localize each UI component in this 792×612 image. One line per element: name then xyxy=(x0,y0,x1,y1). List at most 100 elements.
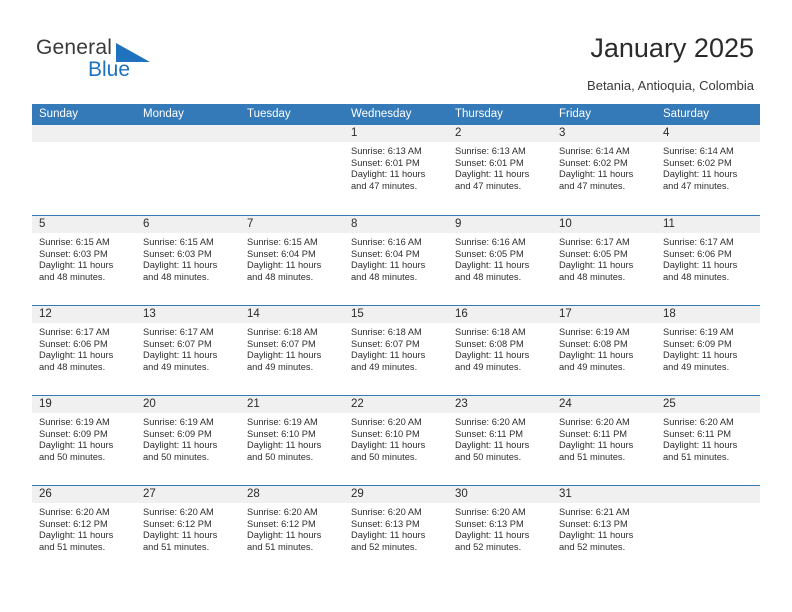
day-cell[interactable]: Sunrise: 6:15 AM Sunset: 6:04 PM Daylight:… xyxy=(240,233,344,305)
day-number[interactable]: 7 xyxy=(240,216,344,233)
day-detail-line: and 48 minutes. xyxy=(559,271,626,282)
day-number[interactable]: 24 xyxy=(552,396,656,413)
day-cell[interactable]: Sunrise: 6:16 AM Sunset: 6:05 PM Daylight:… xyxy=(448,233,552,305)
day-cell[interactable]: Sunrise: 6:18 AM Sunset: 6:07 PM Daylight:… xyxy=(240,323,344,395)
day-number[interactable]: 11 xyxy=(656,216,760,233)
day-detail-line: and 47 minutes. xyxy=(663,180,730,191)
day-cell[interactable]: Sunrise: 6:20 AM Sunset: 6:11 PM Daylight:… xyxy=(448,413,552,485)
day-number[interactable]: 20 xyxy=(136,396,240,413)
day-number[interactable]: 23 xyxy=(448,396,552,413)
day-detail-line: Sunrise: 6:20 AM xyxy=(247,507,318,517)
day-number[interactable]: 5 xyxy=(32,216,136,233)
day-cell[interactable]: Sunrise: 6:19 AM Sunset: 6:09 PM Daylight:… xyxy=(656,323,760,395)
day-detail-line: Daylight: 11 hours xyxy=(247,350,322,361)
day-detail-line: Sunrise: 6:14 AM xyxy=(559,146,630,156)
day-detail-line: Sunset: 6:05 PM xyxy=(455,248,524,259)
day-detail-line: Sunrise: 6:13 AM xyxy=(455,146,526,156)
day-cell[interactable]: Sunrise: 6:20 AM Sunset: 6:11 PM Daylight:… xyxy=(656,413,760,485)
day-number[interactable]: 3 xyxy=(552,125,656,142)
day-detail-line: Sunset: 6:08 PM xyxy=(559,338,628,349)
day-detail-line: Sunrise: 6:18 AM xyxy=(247,327,318,337)
day-cell[interactable]: Sunrise: 6:18 AM Sunset: 6:08 PM Daylight:… xyxy=(448,323,552,395)
day-detail-line: Daylight: 11 hours xyxy=(247,440,322,451)
day-cell[interactable]: Sunrise: 6:13 AM Sunset: 6:01 PM Daylight:… xyxy=(448,142,552,214)
day-detail-line: Sunrise: 6:20 AM xyxy=(143,507,214,517)
page-title: January 2025 xyxy=(590,33,754,63)
day-cell[interactable]: Sunrise: 6:17 AM Sunset: 6:05 PM Daylight:… xyxy=(552,233,656,305)
day-number[interactable]: 19 xyxy=(32,396,136,413)
day-detail-line: Sunrise: 6:19 AM xyxy=(143,417,214,427)
day-number[interactable]: 16 xyxy=(448,306,552,323)
day-detail-line: and 52 minutes. xyxy=(559,541,626,552)
day-number[interactable]: 10 xyxy=(552,216,656,233)
day-detail-line: Daylight: 11 hours xyxy=(663,260,738,271)
day-number[interactable]: 27 xyxy=(136,486,240,503)
day-detail-line: Daylight: 11 hours xyxy=(559,530,634,541)
day-cell[interactable]: Sunrise: 6:15 AM Sunset: 6:03 PM Daylight:… xyxy=(136,233,240,305)
day-cell[interactable]: Sunrise: 6:20 AM Sunset: 6:12 PM Daylight:… xyxy=(136,503,240,575)
day-number[interactable]: 1 xyxy=(344,125,448,142)
day-number[interactable]: 8 xyxy=(344,216,448,233)
day-number[interactable]: 13 xyxy=(136,306,240,323)
day-number[interactable]: 28 xyxy=(240,486,344,503)
day-number[interactable]: 25 xyxy=(656,396,760,413)
day-detail-line: Sunrise: 6:17 AM xyxy=(143,327,214,337)
day-detail-line: and 50 minutes. xyxy=(351,451,418,462)
day-cell[interactable]: Sunrise: 6:14 AM Sunset: 6:02 PM Daylight:… xyxy=(552,142,656,214)
day-detail-line: Sunrise: 6:20 AM xyxy=(663,417,734,427)
day-cell[interactable]: Sunrise: 6:13 AM Sunset: 6:01 PM Daylight:… xyxy=(344,142,448,214)
day-cell[interactable]: Sunrise: 6:19 AM Sunset: 6:09 PM Daylight:… xyxy=(136,413,240,485)
day-detail-line: Daylight: 11 hours xyxy=(247,260,322,271)
day-number[interactable]: 18 xyxy=(656,306,760,323)
day-number[interactable]: 30 xyxy=(448,486,552,503)
day-cell[interactable]: Sunrise: 6:17 AM Sunset: 6:07 PM Daylight:… xyxy=(136,323,240,395)
day-number[interactable]: 29 xyxy=(344,486,448,503)
day-cell[interactable]: Sunrise: 6:20 AM Sunset: 6:10 PM Daylight:… xyxy=(344,413,448,485)
calendar-week-row: 1 2 3 4 Sunrise: 6:13 AM Sunset: 6:01 PM Dayli… xyxy=(32,125,760,215)
day-number[interactable]: 31 xyxy=(552,486,656,503)
weekday-header-sunday: Sunday xyxy=(39,108,79,120)
day-cell[interactable]: Sunrise: 6:19 AM Sunset: 6:10 PM Daylight:… xyxy=(240,413,344,485)
day-detail-line: Sunset: 6:02 PM xyxy=(663,157,732,168)
day-number[interactable]: 14 xyxy=(240,306,344,323)
day-detail-line: Sunrise: 6:18 AM xyxy=(455,327,526,337)
day-number[interactable]: 2 xyxy=(448,125,552,142)
day-detail-line: Daylight: 11 hours xyxy=(351,530,426,541)
day-number-empty xyxy=(32,125,136,142)
day-number[interactable]: 15 xyxy=(344,306,448,323)
day-number[interactable]: 17 xyxy=(552,306,656,323)
day-detail-line: Daylight: 11 hours xyxy=(455,169,530,180)
day-detail-line: Sunset: 6:02 PM xyxy=(559,157,628,168)
day-cell[interactable]: Sunrise: 6:20 AM Sunset: 6:13 PM Daylight:… xyxy=(448,503,552,575)
day-cell-empty xyxy=(656,503,760,575)
page-header: General Blue January 2025 Betania, Antio… xyxy=(0,0,792,103)
day-cell[interactable]: Sunrise: 6:17 AM Sunset: 6:06 PM Daylight:… xyxy=(656,233,760,305)
day-number[interactable]: 9 xyxy=(448,216,552,233)
day-detail-line: Daylight: 11 hours xyxy=(663,169,738,180)
day-cell[interactable]: Sunrise: 6:19 AM Sunset: 6:08 PM Daylight:… xyxy=(552,323,656,395)
day-cell[interactable]: Sunrise: 6:20 AM Sunset: 6:12 PM Daylight:… xyxy=(32,503,136,575)
day-detail-line: and 50 minutes. xyxy=(455,451,522,462)
day-cell[interactable]: Sunrise: 6:15 AM Sunset: 6:03 PM Daylight:… xyxy=(32,233,136,305)
day-cell[interactable]: Sunrise: 6:18 AM Sunset: 6:07 PM Daylight:… xyxy=(344,323,448,395)
day-cell[interactable]: Sunrise: 6:17 AM Sunset: 6:06 PM Daylight:… xyxy=(32,323,136,395)
week-detail-strip: Sunrise: 6:15 AM Sunset: 6:03 PM Daylight:… xyxy=(32,233,760,305)
day-cell[interactable]: Sunrise: 6:14 AM Sunset: 6:02 PM Daylight:… xyxy=(656,142,760,214)
day-cell[interactable]: Sunrise: 6:21 AM Sunset: 6:13 PM Daylight:… xyxy=(552,503,656,575)
day-number[interactable]: 4 xyxy=(656,125,760,142)
day-cell[interactable]: Sunrise: 6:20 AM Sunset: 6:13 PM Daylight:… xyxy=(344,503,448,575)
day-detail-line: and 51 minutes. xyxy=(663,451,730,462)
calendar-week-row: 12 13 14 15 16 17 18 Sunrise: 6:17 AM Sunset: 6:… xyxy=(32,305,760,395)
day-number[interactable]: 12 xyxy=(32,306,136,323)
day-number[interactable]: 6 xyxy=(136,216,240,233)
day-cell[interactable]: Sunrise: 6:20 AM Sunset: 6:11 PM Daylight:… xyxy=(552,413,656,485)
day-number[interactable]: 22 xyxy=(344,396,448,413)
day-number[interactable]: 26 xyxy=(32,486,136,503)
day-cell[interactable]: Sunrise: 6:19 AM Sunset: 6:09 PM Daylight:… xyxy=(32,413,136,485)
general-blue-logo[interactable]: General Blue xyxy=(36,36,166,84)
day-cell[interactable]: Sunrise: 6:16 AM Sunset: 6:04 PM Daylight:… xyxy=(344,233,448,305)
day-detail-line: Daylight: 11 hours xyxy=(351,169,426,180)
day-number[interactable]: 21 xyxy=(240,396,344,413)
day-detail-line: Daylight: 11 hours xyxy=(351,260,426,271)
day-cell[interactable]: Sunrise: 6:20 AM Sunset: 6:12 PM Daylight:… xyxy=(240,503,344,575)
